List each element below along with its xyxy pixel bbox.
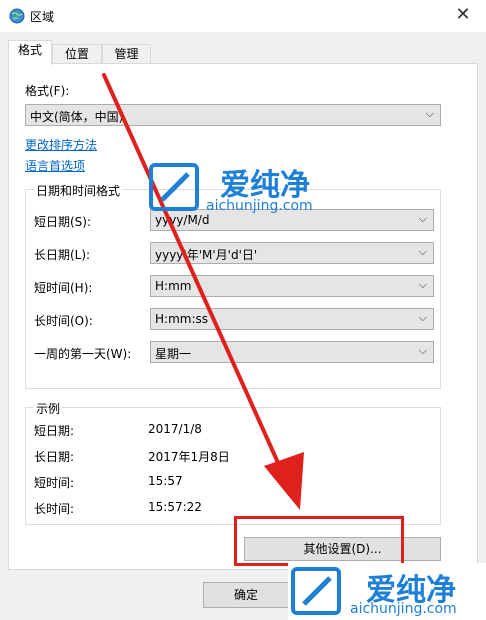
watermark-top: 爱纯净 aichunjing.com xyxy=(148,160,348,216)
red-arrow-annotation xyxy=(102,73,304,510)
watermark-url: aichunjing.com xyxy=(206,198,313,214)
watermark-logo-icon xyxy=(149,163,199,211)
watermark-logo-icon xyxy=(291,567,341,615)
watermark-bottom: 爱纯净 aichunjing.com xyxy=(288,563,486,620)
watermark-url: aichunjing.com xyxy=(350,601,457,617)
tab-format[interactable]: 格式 xyxy=(8,40,52,65)
